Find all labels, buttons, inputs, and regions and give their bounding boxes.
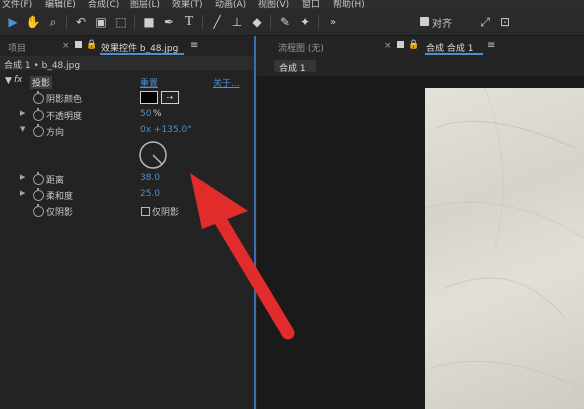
- expand-arrow-icon[interactable]: ▼: [5, 76, 12, 86]
- roto-brush-tool-icon[interactable]: ✎: [276, 13, 294, 31]
- distance-label: 距离: [46, 176, 65, 186]
- effect-header-row: ▼ fx 投影 重置 关于...: [0, 75, 254, 89]
- menu-bar: 文件(F) 编辑(E) 合成(C) 图层(L) 效果(T) 动画(A) 视图(V…: [0, 0, 584, 9]
- expand-arrow-icon[interactable]: ▶: [20, 109, 25, 117]
- toolbar-divider: [318, 15, 319, 29]
- about-link[interactable]: 关于...: [213, 76, 240, 89]
- menu-composition[interactable]: 合成(C): [88, 0, 119, 9]
- menu-effect[interactable]: 效果(T): [172, 0, 203, 9]
- clone-stamp-tool-icon[interactable]: ⊥: [228, 13, 246, 31]
- softness-label: 柔和度: [46, 192, 74, 202]
- eyedropper-icon[interactable]: ⇢: [161, 91, 179, 104]
- menu-animation[interactable]: 动画(A): [215, 0, 246, 9]
- comp-subtab[interactable]: 合成 1: [274, 60, 316, 74]
- distance-value[interactable]: 38.0: [140, 173, 160, 183]
- red-arrow-annotation: [190, 173, 295, 340]
- comp-subtab-label: 合成 1: [279, 64, 306, 74]
- eraser-tool-icon[interactable]: ◆: [248, 13, 266, 31]
- snap-grid-icon[interactable]: ⊡: [496, 13, 514, 31]
- pen-tool-icon[interactable]: ✒: [160, 13, 178, 31]
- more-tools-icon[interactable]: »: [324, 13, 342, 31]
- close-icon[interactable]: ×: [62, 41, 70, 51]
- rotate-tool-icon[interactable]: ↶: [72, 13, 90, 31]
- paper-texture: [425, 88, 584, 389]
- shadow-color-row: 阴影颜色 ⇢: [0, 91, 254, 105]
- snap-checkbox[interactable]: [420, 17, 429, 26]
- softness-value[interactable]: 25.0: [140, 189, 160, 199]
- stopwatch-icon[interactable]: [33, 108, 44, 121]
- hand-tool-icon[interactable]: ✋: [24, 13, 42, 31]
- active-tab-indicator: [100, 53, 184, 55]
- snap-label: 对齐: [432, 19, 452, 30]
- breadcrumb: 合成 1 • b_48.jpg: [4, 61, 81, 71]
- brush-tool-icon[interactable]: ╱: [208, 13, 226, 31]
- shadow-only-checkbox-label: 仅阴影: [152, 208, 180, 218]
- shadow-color-label: 阴影颜色: [46, 95, 83, 105]
- toolbar: ▶ ✋ ⌕ ↶ ▣ ⬚ ■ ✒ T ╱ ⊥ ◆ ✎ ✦ » 对齐 ⤢ ⊡: [0, 9, 584, 36]
- composition-tab-bar: 流程图 (无) × 🔒 合成 合成 1 ≡ 合成 1: [257, 36, 584, 76]
- selection-tool-icon[interactable]: ▶: [4, 13, 22, 31]
- direction-value[interactable]: 0x +135.0°: [140, 125, 192, 135]
- toolbar-divider: [202, 15, 203, 29]
- panel-options-icon[interactable]: ≡: [190, 40, 198, 51]
- direction-dial[interactable]: [138, 140, 168, 170]
- stopwatch-icon[interactable]: [33, 204, 44, 217]
- opacity-row: ▶ 不透明度 50 %: [0, 108, 254, 122]
- menu-window[interactable]: 窗口: [302, 0, 320, 9]
- opacity-unit: %: [153, 109, 162, 119]
- stopwatch-icon[interactable]: [33, 124, 44, 137]
- toolbar-divider: [66, 15, 67, 29]
- collapse-arrow-icon[interactable]: ▼: [20, 125, 25, 133]
- lock-icon[interactable]: 🔒: [408, 40, 419, 50]
- menu-help[interactable]: 帮助(H): [333, 0, 365, 9]
- shadow-only-checkbox[interactable]: [141, 207, 150, 216]
- menu-view[interactable]: 视图(V): [258, 0, 289, 9]
- toolbar-divider: [270, 15, 271, 29]
- rectangle-tool-icon[interactable]: ■: [140, 13, 158, 31]
- expand-arrow-icon[interactable]: ▶: [20, 173, 25, 181]
- expand-arrow-icon[interactable]: ▶: [20, 189, 25, 197]
- panel-menu-icon[interactable]: [397, 41, 404, 48]
- opacity-value[interactable]: 50: [140, 109, 151, 119]
- active-tab-indicator: [425, 53, 483, 55]
- direction-row: ▼ 方向 0x +135.0°: [0, 124, 254, 138]
- puppet-pin-tool-icon[interactable]: ✦: [296, 13, 314, 31]
- zoom-tool-icon[interactable]: ⌕: [44, 13, 62, 31]
- tab-project[interactable]: 项目: [8, 41, 26, 54]
- toolbar-divider: [134, 15, 135, 29]
- lock-icon[interactable]: 🔒: [86, 40, 97, 50]
- snap-option-icon[interactable]: ⤢: [476, 13, 494, 31]
- panel-options-icon[interactable]: ≡: [487, 40, 495, 51]
- pan-behind-tool-icon[interactable]: ⬚: [112, 13, 130, 31]
- direction-dial-needle: [152, 154, 163, 165]
- menu-layer[interactable]: 图层(L): [130, 0, 160, 9]
- camera-tool-icon[interactable]: ▣: [92, 13, 110, 31]
- stopwatch-icon[interactable]: [33, 91, 44, 104]
- tab-flowchart[interactable]: 流程图 (无): [278, 41, 324, 54]
- panel-menu-icon[interactable]: [75, 41, 82, 48]
- shadow-only-label: 仅阴影: [46, 208, 74, 218]
- effect-name[interactable]: 投影: [30, 76, 53, 89]
- direction-label: 方向: [46, 128, 65, 138]
- close-icon[interactable]: ×: [384, 41, 392, 51]
- opacity-label: 不透明度: [46, 112, 83, 122]
- shadow-color-swatch[interactable]: [140, 91, 158, 104]
- stopwatch-icon[interactable]: [33, 188, 44, 201]
- composition-image: [425, 88, 584, 409]
- menu-edit[interactable]: 编辑(E): [45, 0, 76, 9]
- menu-file[interactable]: 文件(F): [2, 0, 32, 9]
- text-tool-icon[interactable]: T: [180, 13, 198, 31]
- reset-link[interactable]: 重置: [140, 76, 158, 89]
- breadcrumb-bar: 合成 1 • b_48.jpg: [0, 56, 254, 71]
- fx-toggle-icon[interactable]: fx: [14, 75, 23, 85]
- stopwatch-icon[interactable]: [33, 172, 44, 185]
